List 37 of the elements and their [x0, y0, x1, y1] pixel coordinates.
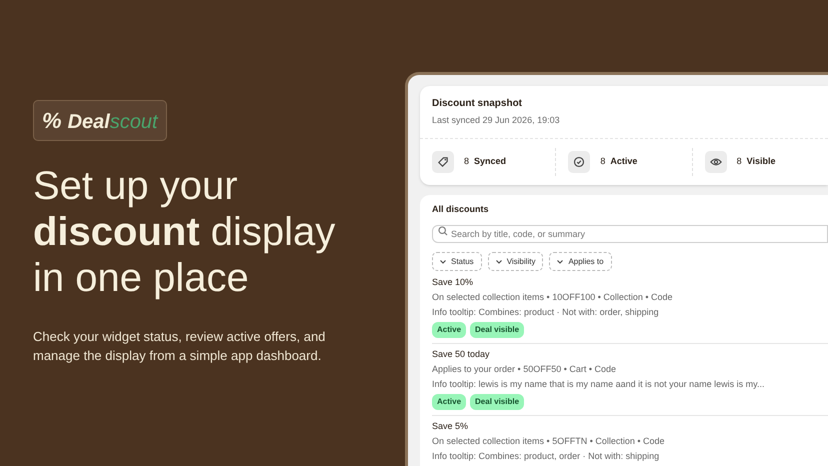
description: Check your widget status, review active offers, and manage the display from a simple app dashboard. — [33, 328, 326, 365]
discount-title: Save 50 today — [432, 349, 491, 360]
discount-title: Save 10% — [432, 277, 474, 288]
stat-label: Synced — [474, 154, 506, 168]
status-badge: Deal visible — [470, 394, 524, 410]
status-badge: Deal visible — [470, 322, 524, 338]
card-title: Discount snapshot — [432, 97, 524, 111]
logo: % Dealscout — [33, 100, 167, 141]
filter-button[interactable]: Status — [432, 252, 482, 271]
status-badge: Active — [432, 394, 466, 410]
filter-button[interactable]: Applies to — [549, 252, 612, 271]
status-badge: Active — [432, 322, 466, 338]
info-tooltip-text: Info tooltip: lewis is my name that is my name aand it is not your name lewis is my... — [432, 379, 766, 390]
search-icon — [438, 226, 448, 236]
discount-title: Save 5% — [432, 421, 470, 432]
info-tooltip-text: Info tooltip: Combines: product, order · Not with: shipping — [432, 451, 660, 462]
headline-line: discount display — [33, 209, 336, 255]
tag-icon — [436, 154, 450, 168]
filter-button[interactable]: Visibility — [488, 252, 544, 271]
chevron-down-icon — [496, 260, 502, 264]
headline-line: Set up your — [33, 163, 239, 209]
discount-summary: Applies to your order • 50OFF50 • Cart • Code — [432, 364, 618, 375]
stat-label: Active — [610, 154, 638, 168]
headline-line: in one place — [33, 255, 250, 301]
discount-summary: On selected collection items • 10OFF100 • Collection • Code — [432, 292, 674, 303]
stat-count: 8 — [736, 154, 742, 168]
chevron-down-icon — [557, 260, 564, 264]
discount-summary: On selected collection items • 5OFFTN • Collection • Code — [432, 436, 666, 447]
stat-count: 8 — [600, 154, 606, 168]
search-field[interactable]: Search by title, code, or summary — [432, 225, 828, 243]
info-tooltip-text: Info tooltip: Combines: product · Not with: order, shipping — [432, 307, 660, 318]
sync-time: Last synced 29 Jun 2026, 19:03 — [432, 114, 561, 127]
check-circle-icon — [572, 154, 586, 168]
stat-count: 8 — [464, 154, 470, 168]
stat-label: Visible — [746, 154, 776, 168]
card-title: All discounts — [432, 202, 490, 216]
chevron-down-icon — [440, 260, 446, 264]
